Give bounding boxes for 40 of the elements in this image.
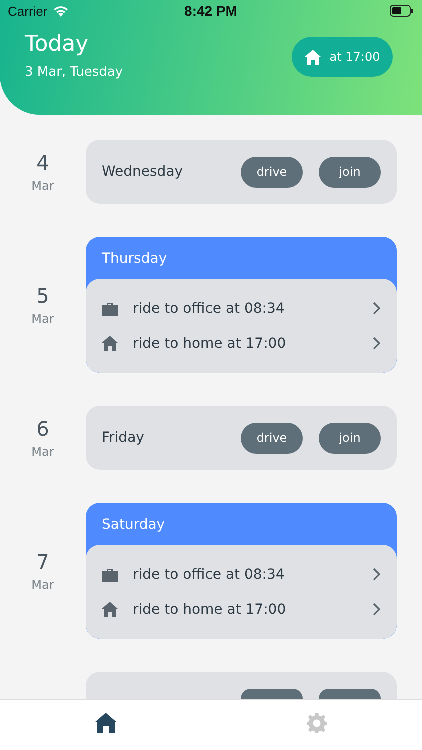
ride-item[interactable]: ride to office at 08:34 — [102, 557, 381, 592]
weekday-label: Friday — [102, 430, 144, 446]
chevron-icon — [373, 603, 381, 616]
house-icon — [102, 602, 118, 617]
clock-time: 8:42 PM — [184, 3, 238, 19]
action-button[interactable]: join — [319, 156, 381, 188]
ride-item[interactable]: ride to office at 08:34 — [102, 291, 381, 326]
weekday-label: Wednesday — [102, 164, 184, 180]
action-button[interactable]: drive — [241, 422, 303, 454]
weekday-label: Saturday — [102, 517, 166, 533]
action-button[interactable] — [241, 689, 303, 699]
page-title: Today — [25, 32, 90, 57]
settings-icon — [306, 713, 326, 733]
carrier-label: Carrier — [8, 4, 48, 18]
ride-item[interactable]: ride to home at 17:00 — [102, 326, 381, 361]
day-number: 7 — [36, 550, 50, 574]
month-label: Mar — [32, 312, 54, 326]
date-label: 3 Mar, Tuesday — [25, 65, 124, 80]
chevron-icon — [373, 337, 381, 350]
briefcase-icon — [102, 302, 118, 316]
briefcase-icon — [102, 568, 118, 582]
house-icon — [102, 336, 118, 351]
month-label: Mar — [32, 578, 54, 592]
day-number: 5 — [36, 284, 50, 308]
day-number: 4 — [36, 151, 50, 175]
home-icon — [94, 713, 116, 733]
month-label: Mar — [32, 445, 54, 459]
action-button[interactable] — [319, 689, 381, 699]
battery-icon — [390, 5, 414, 17]
chevron-icon — [373, 302, 381, 315]
day-number: 6 — [36, 417, 50, 441]
house-icon — [304, 50, 321, 64]
wifi-icon — [52, 5, 69, 17]
action-button[interactable]: drive — [241, 156, 303, 188]
weekday-label: Thursday — [102, 251, 168, 267]
month-label: Mar — [32, 179, 54, 193]
ride-item[interactable]: ride to home at 17:00 — [102, 592, 381, 627]
home-time-button[interactable]: at 17:00 — [292, 37, 393, 77]
action-button[interactable]: join — [319, 422, 381, 454]
chevron-icon — [373, 568, 381, 581]
